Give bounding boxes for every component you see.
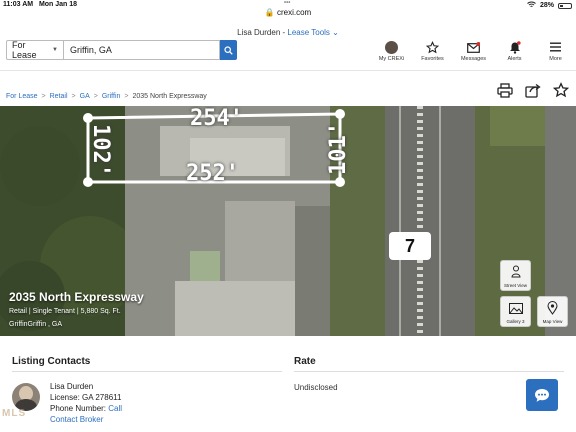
bell-icon [509,40,521,54]
contact-broker-link[interactable]: Contact Broker [50,414,122,425]
highway-shield: 7 [389,232,431,260]
rate-divider [294,371,564,372]
contact-license: License: GA 278611 [50,393,122,402]
print-button[interactable] [496,81,514,99]
image-icon [508,302,523,314]
breadcrumb-item[interactable]: GA [80,93,90,100]
wifi-icon [527,1,536,10]
star-icon [553,82,569,98]
breadcrumb-current: 2035 North Expressway [132,93,207,100]
mls-watermark: MLS [2,408,27,419]
search-button[interactable] [220,40,237,60]
listing-actions [496,81,570,99]
listing-contacts-heading: Listing Contacts [12,356,91,367]
listing-mode-value: For Lease [12,40,37,60]
search-icon [224,45,233,55]
url-bar[interactable]: 🔒 crexi.com [0,8,576,17]
rate-heading: Rate [294,356,316,367]
battery-percent: 28% [539,2,554,9]
listing-subtitle: Retail | Single Tenant | 5,880 Sq. Ft. [9,308,121,315]
chat-bubble-icon [535,388,549,402]
multitask-dots-icon[interactable]: ••• [284,0,290,6]
contact-name: Lisa Durden [50,382,94,391]
header-divider [0,70,576,71]
avatar [385,40,398,54]
nav-my-crexi[interactable]: My CREXi [371,40,412,62]
battery-icon [558,2,572,9]
contact-info: Lisa Durden License: GA 278611 Phone Num… [50,381,122,425]
map-pin-icon [547,301,558,315]
street-view-button[interactable]: Street View [500,260,531,291]
nav-alerts[interactable]: Alerts [494,40,535,62]
listing-hero-image[interactable]: 254' 102' 101' 252' 7 2035 North Express… [0,106,576,336]
mail-icon [467,41,480,53]
user-bar: Lisa Durden - Lease Tools ⌄ [237,28,339,37]
location-search-input[interactable] [64,40,220,60]
dimension-label-left: 102' [87,124,113,177]
person-pin-icon [510,265,521,278]
dimension-label-top: 254' [190,106,243,131]
map-view-button[interactable]: Map View [537,296,568,327]
avatar [12,383,40,411]
status-time: 11:03 AM Mon Jan 18 [3,1,78,8]
share-icon [525,83,541,98]
top-nav: My CREXi Favorites Messages Alerts More [371,40,576,62]
nav-messages[interactable]: Messages [453,40,494,62]
contacts-divider [12,371,282,372]
favorite-button[interactable] [552,81,570,99]
search-row: For Lease ▼ [6,40,237,60]
user-name: Lisa Durden [237,28,281,37]
breadcrumb-item[interactable]: Retail [50,93,68,100]
status-bar: 11:03 AM Mon Jan 18 ••• 🔒 crexi.com 28% [0,0,576,17]
chat-button[interactable] [526,379,558,411]
gallery-button[interactable]: Gallery 3 [500,296,531,327]
breadcrumb-item[interactable]: Griffin [102,93,121,100]
chevron-down-icon: ▼ [52,47,58,53]
contact-phone: Phone Number: Call [50,404,123,413]
star-icon [426,40,439,53]
dimension-label-right: 101' [325,122,351,175]
share-button[interactable] [524,81,542,99]
lease-tools-link[interactable]: Lease Tools ⌄ [287,28,339,37]
nav-more[interactable]: More [535,40,576,62]
listing-location: GriffinGriffin , GA [9,321,63,328]
dimension-label-bottom: 252' [186,161,239,186]
listing-mode-select[interactable]: For Lease ▼ [6,40,64,60]
call-link[interactable]: Call [108,404,122,413]
print-icon [497,82,513,98]
menu-icon [550,42,561,52]
listing-title: 2035 North Expressway [9,290,144,304]
nav-favorites[interactable]: Favorites [412,40,453,62]
rate-value: Undisclosed [294,383,338,392]
breadcrumb-item[interactable]: For Lease [6,93,38,100]
breadcrumb: For Lease > Retail > GA > Griffin > 2035 Nor… [6,93,207,100]
